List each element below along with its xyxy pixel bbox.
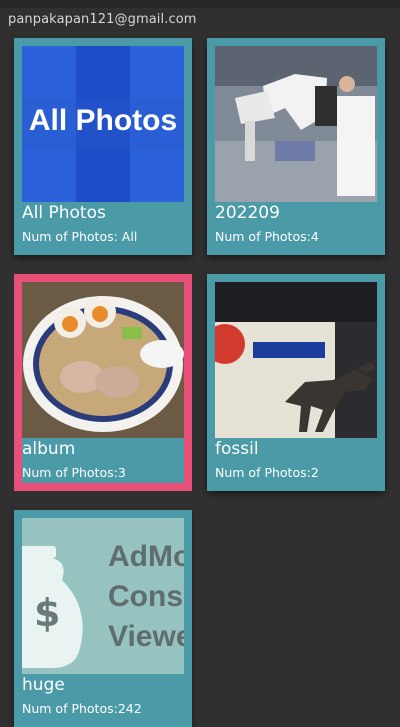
thumb-text-line-2: Conso bbox=[108, 580, 184, 613]
dinosaur-fossil-photo bbox=[215, 282, 377, 438]
album-title: All Photos bbox=[22, 203, 106, 223]
all-photos-thumb-label: All Photos bbox=[28, 104, 178, 137]
album-thumbnail-huge: $ AdMo Conso Viewe bbox=[22, 518, 184, 674]
dinosaur-costume-photo bbox=[215, 46, 377, 202]
status-strip bbox=[0, 0, 400, 8]
ramen-bowl-photo bbox=[22, 282, 184, 438]
album-title: fossil bbox=[215, 439, 259, 459]
album-title: huge bbox=[22, 675, 65, 695]
dollar-icon: $ bbox=[34, 591, 60, 635]
album-photo-count: Num of Photos:2 bbox=[215, 465, 319, 480]
album-card-fossil[interactable]: fossil Num of Photos:2 bbox=[207, 274, 385, 491]
album-photo-count: Num of Photos: All bbox=[22, 229, 138, 244]
album-card-huge[interactable]: $ AdMo Conso Viewe huge Num of Photos:24… bbox=[14, 510, 192, 727]
admob-console-viewer-thumb: $ AdMo Conso Viewe bbox=[22, 518, 184, 674]
all-photos-thumbnail: All Photos bbox=[22, 46, 184, 202]
album-card-all-photos[interactable]: All Photos All Photos Num of Photos: All bbox=[14, 38, 192, 255]
thumb-text-line-3: Viewe bbox=[108, 620, 184, 653]
album-photo-count: Num of Photos:3 bbox=[22, 465, 126, 480]
album-photo-count: Num of Photos:4 bbox=[215, 229, 319, 244]
album-thumbnail-fossil bbox=[215, 282, 377, 438]
album-title: 202209 bbox=[215, 203, 280, 223]
album-card-202209[interactable]: 202209 Num of Photos:4 bbox=[207, 38, 385, 255]
album-photo-count: Num of Photos:242 bbox=[22, 701, 142, 716]
thumb-text-line-1: AdMo bbox=[108, 540, 184, 573]
album-thumbnail-album bbox=[22, 282, 184, 438]
album-card-album[interactable]: album Num of Photos:3 bbox=[14, 274, 192, 491]
album-title: album bbox=[22, 439, 76, 459]
album-thumbnail-202209 bbox=[215, 46, 377, 202]
account-email: panpakapan121@gmail.com bbox=[8, 12, 197, 27]
